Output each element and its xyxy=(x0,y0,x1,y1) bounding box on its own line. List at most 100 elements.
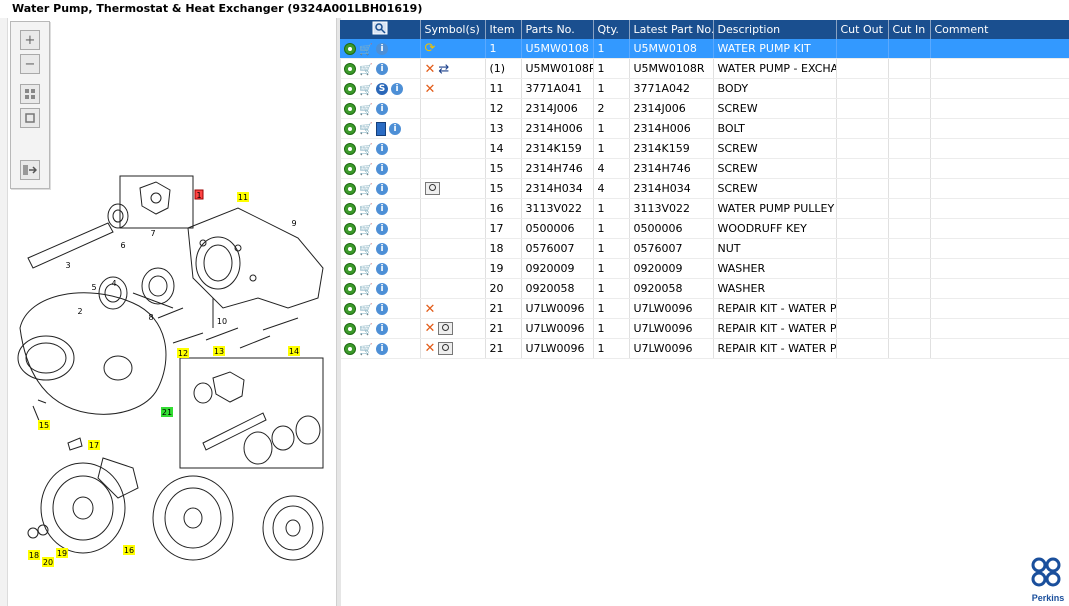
cart-icon[interactable]: 🛒 xyxy=(359,123,373,134)
table-row[interactable]: 🛒 i 12 2314J006 2 2314J006 SCREW xyxy=(340,98,1069,119)
refresh-icon[interactable]: ⟳ xyxy=(425,41,436,56)
view-illustration-icon[interactable] xyxy=(424,182,440,196)
info-icon[interactable]: i xyxy=(376,63,388,75)
row-actions-cell: 🛒 i xyxy=(340,218,421,239)
column-header-tools[interactable] xyxy=(340,20,421,39)
info-icon[interactable]: i xyxy=(376,343,388,355)
cart-icon[interactable]: 🛒 xyxy=(359,284,373,295)
info-icon[interactable]: i xyxy=(376,103,388,115)
table-row[interactable]: 🛒 i 16 3113V022 1 3113V022 WATER PUMP PULLEY xyxy=(340,198,1069,219)
info-icon[interactable]: i xyxy=(376,183,388,195)
info-icon[interactable]: i xyxy=(376,303,388,315)
gear-icon[interactable] xyxy=(344,103,356,115)
book-icon[interactable] xyxy=(376,121,386,136)
gear-icon[interactable] xyxy=(344,223,356,235)
zoom-in-button[interactable]: + xyxy=(20,30,40,50)
cart-icon[interactable]: 🛒 xyxy=(359,84,373,95)
cart-icon[interactable]: 🛒 xyxy=(359,244,373,255)
not-interchangeable-icon[interactable]: ✕ xyxy=(425,63,436,76)
info-icon[interactable]: i xyxy=(389,122,401,135)
gears-icon[interactable] xyxy=(344,343,356,355)
info-icon[interactable]: i xyxy=(376,263,388,275)
exchange-icon[interactable]: ⇄ xyxy=(438,63,449,76)
table-row[interactable]: 🛒 i 19 0920009 1 0920009 WASHER xyxy=(340,258,1069,279)
table-row[interactable]: 🛒 i ✕ 21 U7LW0096 1 U7LW0096 REPAIR KIT - WATER… xyxy=(340,298,1069,319)
table-row[interactable]: 🛒 i ⟳ 1 U5MW0108 1 U5MW0108 WATER PUMP KIT xyxy=(340,39,1069,59)
row-symbols-cell: ✕ xyxy=(420,318,486,339)
diagram-panel[interactable]: + − 1 2 3 4 5 6 7 8 9 10 11 12 13 14 15 … xyxy=(0,18,337,606)
gear-icon[interactable] xyxy=(344,43,356,55)
column-header-description[interactable]: Description xyxy=(713,20,837,39)
info-icon[interactable]: i xyxy=(376,143,388,155)
column-header-cut-in[interactable]: Cut In xyxy=(888,20,931,39)
cart-icon[interactable]: 🛒 xyxy=(359,144,373,155)
row-symbols-cell xyxy=(420,238,486,259)
table-row[interactable]: 🛒 i ✕ ⇄ (1) U5MW0108R 1 U5MW0108R WATER PUMP - E… xyxy=(340,58,1069,79)
table-row[interactable]: 🛒 i 15 2314H034 4 2314H034 SCREW xyxy=(340,178,1069,199)
gear-icon[interactable] xyxy=(344,183,356,195)
column-header-latest-part-no[interactable]: Latest Part No. xyxy=(629,20,714,39)
column-header-parts-no[interactable]: Parts No. xyxy=(521,20,594,39)
cart-icon[interactable]: 🛒 xyxy=(359,204,373,215)
cart-icon[interactable]: 🛒 xyxy=(359,184,373,195)
info-icon[interactable]: i xyxy=(376,323,388,335)
gear-icon[interactable] xyxy=(344,203,356,215)
info-icon[interactable]: i xyxy=(376,283,388,295)
info-icon[interactable]: i xyxy=(376,43,388,55)
not-interchangeable-icon[interactable]: ✕ xyxy=(425,83,436,96)
gear-icon[interactable] xyxy=(344,243,356,255)
view-illustration-icon[interactable] xyxy=(438,342,454,356)
cart-icon[interactable]: 🛒 xyxy=(359,224,373,235)
zoom-out-button[interactable]: − xyxy=(20,54,40,74)
table-row[interactable]: 🛒 i 14 2314K159 1 2314K159 SCREW xyxy=(340,138,1069,159)
column-header-item[interactable]: Item xyxy=(485,20,522,39)
table-row[interactable]: 🛒 i ✕ 21 U7LW0096 1 U7LW0096 REPAIR KIT - WATER… xyxy=(340,338,1069,359)
cart-icon[interactable]: 🛒 xyxy=(359,344,373,355)
cell-cut-in xyxy=(888,278,931,299)
supersession-icon[interactable]: S xyxy=(376,83,388,95)
info-icon[interactable]: i xyxy=(376,223,388,235)
exploded-parts-diagram[interactable]: 1 2 3 4 5 6 7 8 9 10 11 12 13 14 15 16 1… xyxy=(8,168,328,578)
not-interchangeable-icon[interactable]: ✕ xyxy=(425,322,436,335)
cart-icon[interactable]: 🛒 xyxy=(359,264,373,275)
cart-icon[interactable]: 🛒 xyxy=(359,104,373,115)
gear-icon[interactable] xyxy=(344,283,356,295)
cart-icon[interactable]: 🛒 xyxy=(359,324,373,335)
gears-icon[interactable] xyxy=(344,323,356,335)
column-header-symbols[interactable]: Symbol(s) xyxy=(420,20,486,39)
column-header-cut-out[interactable]: Cut Out xyxy=(836,20,889,39)
gear-icon[interactable] xyxy=(344,63,356,75)
cart-icon[interactable]: 🛒 xyxy=(359,164,373,175)
table-row[interactable]: 🛒 i 18 0576007 1 0576007 NUT xyxy=(340,238,1069,259)
table-row[interactable]: 🛒 i 13 2314H006 1 2314H006 BOLT xyxy=(340,118,1069,139)
table-row[interactable]: 🛒 i ✕ 21 U7LW0096 1 U7LW0096 REPAIR KIT - WATER… xyxy=(340,318,1069,339)
column-header-qty[interactable]: Qty. xyxy=(593,20,630,39)
info-icon[interactable]: i xyxy=(376,163,388,175)
info-icon[interactable]: i xyxy=(376,203,388,215)
gear-icon[interactable] xyxy=(344,143,356,155)
info-icon[interactable]: i xyxy=(391,83,403,95)
table-row[interactable]: 🛒 i 17 0500006 1 0500006 WOODRUFF KEY xyxy=(340,218,1069,239)
cart-icon[interactable]: 🛒 xyxy=(359,44,373,55)
table-row[interactable]: 🛒 Si ✕ 11 3771A041 1 3771A042 BODY xyxy=(340,78,1069,99)
fit-view-button[interactable] xyxy=(20,84,40,104)
cell-description: REPAIR KIT - WATER PUMP xyxy=(713,338,837,359)
diagram-scrollbar[interactable] xyxy=(0,18,8,606)
cart-icon[interactable]: 🛒 xyxy=(359,64,373,75)
table-row[interactable]: 🛒 i 20 0920058 1 0920058 WASHER xyxy=(340,278,1069,299)
gears-icon[interactable] xyxy=(344,303,356,315)
cell-part-no: U7LW0096 xyxy=(521,338,594,359)
column-header-comment[interactable]: Comment xyxy=(930,20,1069,39)
actual-size-button[interactable] xyxy=(20,108,40,128)
gear-icon[interactable] xyxy=(344,263,356,275)
view-illustration-icon[interactable] xyxy=(438,322,454,336)
square-icon xyxy=(25,113,35,123)
info-icon[interactable]: i xyxy=(376,243,388,255)
cart-icon[interactable]: 🛒 xyxy=(359,304,373,315)
gear-icon[interactable] xyxy=(344,163,356,175)
table-row[interactable]: 🛒 i 15 2314H746 4 2314H746 SCREW xyxy=(340,158,1069,179)
gear-icon[interactable] xyxy=(344,122,356,135)
not-interchangeable-icon[interactable]: ✕ xyxy=(425,303,436,316)
not-interchangeable-icon[interactable]: ✕ xyxy=(425,342,436,355)
gear-icon[interactable] xyxy=(344,83,356,95)
